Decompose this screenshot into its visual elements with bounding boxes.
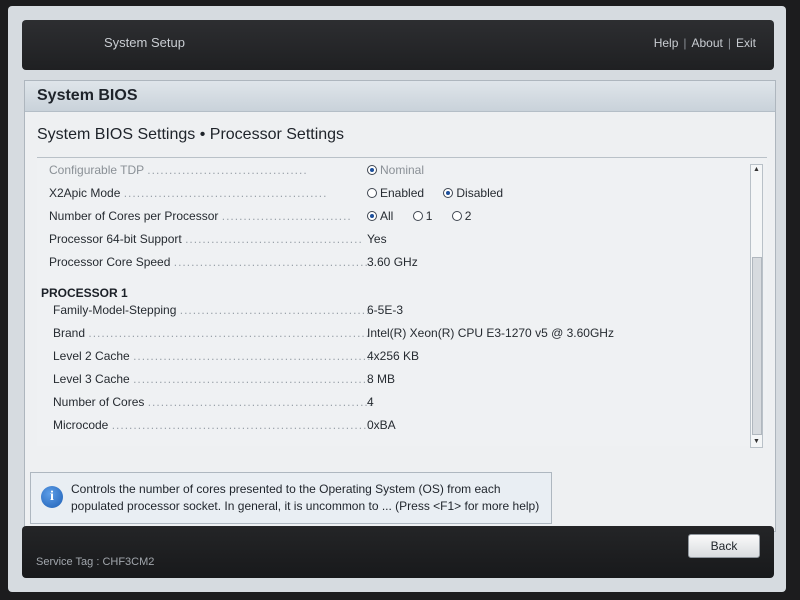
info-value: 4 bbox=[367, 395, 374, 409]
radio-option-1[interactable]: 1 bbox=[412, 209, 432, 223]
info-label: Level 2 Cache bbox=[53, 349, 130, 363]
link-separator: | bbox=[683, 36, 687, 50]
leader-dots: ........................................… bbox=[185, 232, 363, 246]
setting-label: Processor Core Speed bbox=[49, 255, 171, 269]
scroll-up-icon[interactable]: ▲ bbox=[751, 165, 762, 175]
footer-bar: Service Tag : CHF3CM2 Back bbox=[22, 526, 774, 578]
radio-option-disabled[interactable]: Disabled bbox=[443, 186, 503, 200]
info-value: 0xBA bbox=[367, 418, 396, 432]
info-label: Microcode bbox=[53, 418, 109, 432]
help-box: i Controls the number of cores presented… bbox=[30, 472, 552, 524]
radio-selected-icon bbox=[367, 211, 377, 221]
info-value: Intel(R) Xeon(R) CPU E3-1270 v5 @ 3.60GH… bbox=[367, 326, 614, 340]
top-bar: System Setup Help | About | Exit bbox=[22, 20, 774, 70]
setting-row-core-speed: Processor Core Speed ...................… bbox=[37, 252, 749, 274]
leader-dots: ........................................… bbox=[133, 349, 371, 363]
link-separator: | bbox=[727, 36, 731, 50]
setting-label: X2Apic Mode bbox=[49, 186, 121, 200]
scrollbar-thumb[interactable] bbox=[752, 257, 762, 435]
setting-label: Configurable TDP bbox=[49, 163, 144, 177]
leader-dots: ........................................… bbox=[123, 186, 328, 200]
info-label: Brand bbox=[53, 326, 86, 340]
leader-dots: ........................................… bbox=[133, 372, 371, 386]
info-label: Family-Model-Stepping bbox=[53, 303, 177, 317]
radio-unselected-icon bbox=[451, 211, 462, 221]
radio-unselected-icon bbox=[367, 188, 377, 198]
setting-value: 3.60 GHz bbox=[367, 255, 418, 269]
leader-dots: ........................................… bbox=[88, 326, 371, 340]
setting-row-64bit-support: Processor 64-bit Support ...............… bbox=[37, 229, 749, 251]
exit-link[interactable]: Exit bbox=[736, 36, 756, 50]
about-link[interactable]: About bbox=[692, 36, 723, 50]
leader-dots: ........................................… bbox=[173, 255, 367, 269]
radio-option-enabled[interactable]: Enabled bbox=[367, 186, 424, 200]
leader-dots: ........................................… bbox=[179, 303, 371, 317]
info-row-brand: Brand ..................................… bbox=[37, 323, 749, 345]
help-line: populated processor socket. In general, … bbox=[71, 499, 540, 513]
page-title: System BIOS Settings • Processor Setting… bbox=[37, 126, 345, 143]
radio-option-all[interactable]: All bbox=[367, 209, 393, 223]
help-line: Controls the number of cores presented t… bbox=[71, 482, 501, 496]
setting-row-x2apic-mode[interactable]: X2Apic Mode ............................… bbox=[37, 183, 749, 205]
bios-screen: System Setup Help | About | Exit System BIOS… bbox=[8, 6, 786, 592]
app-title: System Setup bbox=[104, 35, 185, 50]
info-value: 4x256 KB bbox=[367, 349, 420, 363]
info-value: 6-5E-3 bbox=[367, 303, 404, 317]
setting-row-cores-per-processor[interactable]: Number of Cores per Processor ..........… bbox=[37, 206, 749, 228]
service-tag: Service Tag : CHF3CM2 bbox=[36, 556, 155, 568]
info-label: Number of Cores bbox=[53, 395, 145, 409]
top-links: Help | About | Exit bbox=[654, 36, 756, 50]
info-row-level-3-cache: Level 3 Cache ..........................… bbox=[37, 369, 749, 391]
info-icon: i bbox=[41, 486, 63, 508]
leader-dots: ........................................… bbox=[111, 418, 371, 432]
setting-label: Number of Cores per Processor bbox=[49, 209, 219, 223]
radio-selected-icon bbox=[443, 188, 454, 198]
leader-dots: ..................................... bbox=[147, 163, 308, 177]
help-link[interactable]: Help bbox=[654, 36, 679, 50]
processor-heading: PROCESSOR 1 bbox=[41, 286, 128, 300]
info-row-family-model-stepping: Family-Model-Stepping ..................… bbox=[37, 300, 749, 322]
scroll-down-icon[interactable]: ▼ bbox=[751, 437, 762, 447]
info-value: 8 MB bbox=[367, 372, 396, 386]
section-title: System BIOS bbox=[25, 81, 775, 112]
radio-option-nominal: Nominal bbox=[367, 163, 424, 177]
leader-dots: ........................................… bbox=[147, 395, 371, 409]
setting-label: Processor 64-bit Support bbox=[49, 232, 182, 246]
info-row-number-of-cores: Number of Cores ........................… bbox=[37, 392, 749, 414]
leader-dots: .............................. bbox=[221, 209, 352, 223]
help-text: Controls the number of cores presented t… bbox=[71, 481, 543, 515]
settings-list: Configurable TDP .......................… bbox=[37, 157, 767, 448]
main-panel: System BIOS System BIOS Settings • Proce… bbox=[24, 80, 776, 532]
back-button[interactable]: Back bbox=[688, 534, 760, 558]
vertical-scrollbar[interactable]: ▲ ▼ bbox=[750, 164, 763, 448]
setting-value: Yes bbox=[367, 232, 387, 246]
info-label: Level 3 Cache bbox=[53, 372, 130, 386]
radio-unselected-icon bbox=[412, 211, 423, 221]
setting-row-configurable-tdp: Configurable TDP .......................… bbox=[37, 160, 749, 182]
radio-option-2[interactable]: 2 bbox=[451, 209, 471, 223]
radio-selected-icon bbox=[367, 165, 377, 175]
info-row-microcode: Microcode ..............................… bbox=[37, 415, 749, 437]
info-row-level-2-cache: Level 2 Cache ..........................… bbox=[37, 346, 749, 368]
